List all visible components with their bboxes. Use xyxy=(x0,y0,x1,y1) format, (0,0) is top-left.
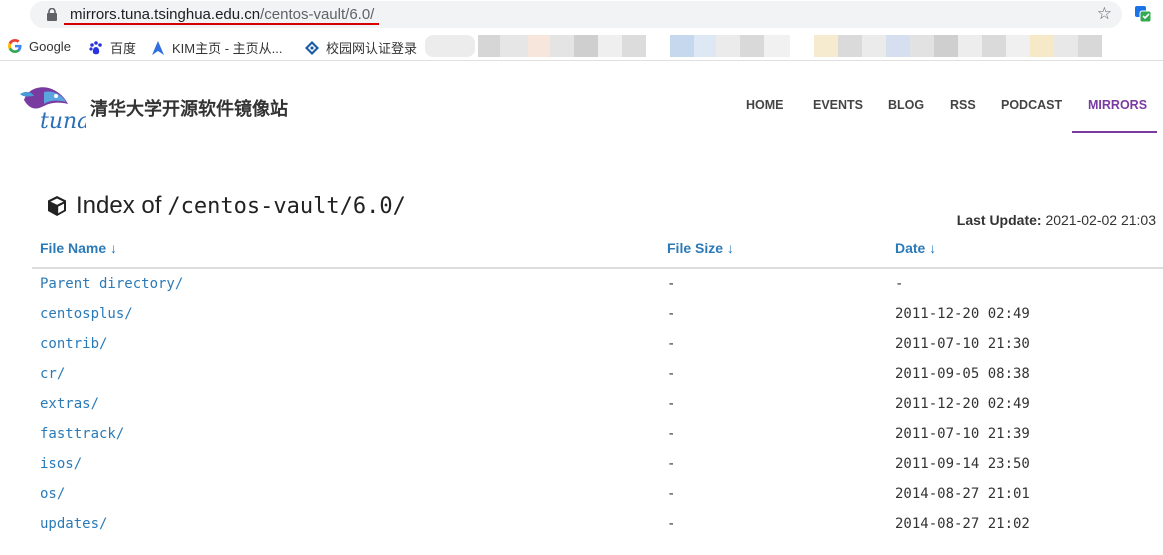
last-update-label: Last Update: xyxy=(956,212,1042,228)
address-bar[interactable]: mirrors.tuna.tsinghua.edu.cn/centos-vaul… xyxy=(30,1,1122,28)
last-update: Last Update: 2021-02-02 21:03 xyxy=(957,212,1156,228)
bookmark-kim[interactable]: KIM主页 - 主页从... xyxy=(150,38,283,57)
bookmarks-bar: Google 百度 KIM主页 - 主页从... 校园网认证登录 xyxy=(0,33,1163,61)
bookmark-label: 校园网认证登录 xyxy=(326,41,418,56)
file-date: 2011-09-05 08:38 xyxy=(895,366,1030,382)
table-row: centosplus/ - 2011-12-20 02:49 xyxy=(0,300,1163,330)
red-annotation-underline xyxy=(64,23,379,25)
file-link[interactable]: os/ xyxy=(40,486,65,502)
title-prefix: Index of xyxy=(76,192,162,219)
url-text[interactable]: mirrors.tuna.tsinghua.edu.cn/centos-vaul… xyxy=(70,6,374,23)
file-date: 2014-08-27 21:01 xyxy=(895,486,1030,502)
url-host: mirrors.tuna.tsinghua.edu.cn xyxy=(70,6,261,23)
file-size: - xyxy=(667,486,676,502)
file-date: 2011-07-10 21:39 xyxy=(895,426,1030,442)
file-link[interactable]: centosplus/ xyxy=(40,306,133,322)
file-size: - xyxy=(667,336,676,352)
file-size: - xyxy=(667,426,676,442)
file-link[interactable]: cr/ xyxy=(40,366,65,382)
file-date: 2014-08-27 21:02 xyxy=(895,516,1030,532)
page-title: Index of /centos-vault/6.0/ xyxy=(46,192,406,220)
logo-wordmark: tuna xyxy=(40,109,86,134)
baidu-paw-icon xyxy=(89,40,102,54)
last-update-value: 2021-02-02 21:03 xyxy=(1045,212,1156,228)
active-nav-indicator xyxy=(1072,131,1157,133)
file-date: 2011-12-20 02:49 xyxy=(895,306,1030,322)
lock-icon xyxy=(47,8,57,21)
bookmark-label: KIM主页 - 主页从... xyxy=(172,41,283,56)
bookmark-baidu[interactable]: 百度 xyxy=(88,38,136,57)
bookmark-campus[interactable]: 校园网认证登录 xyxy=(304,38,417,57)
site-title[interactable]: 清华大学开源软件镜像站 xyxy=(90,95,288,121)
table-row: extras/ - 2011-12-20 02:49 xyxy=(0,390,1163,420)
bookmark-label: Google xyxy=(29,38,71,54)
file-date: 2011-09-14 23:50 xyxy=(895,456,1030,472)
file-link[interactable]: contrib/ xyxy=(40,336,107,352)
tuna-logo[interactable]: tuna xyxy=(16,80,86,134)
table-row: Parent directory/ - - xyxy=(0,270,1163,300)
header-date[interactable]: Date ↓ xyxy=(895,240,936,256)
extension-icon[interactable] xyxy=(1134,5,1152,23)
file-link[interactable]: updates/ xyxy=(40,516,107,532)
header-file-size[interactable]: File Size ↓ xyxy=(667,240,734,256)
file-link[interactable]: fasttrack/ xyxy=(40,426,124,442)
browser-toolbar: mirrors.tuna.tsinghua.edu.cn/centos-vaul… xyxy=(0,0,1163,30)
table-row: updates/ - 2014-08-27 21:02 xyxy=(0,510,1163,540)
bookmark-label: 百度 xyxy=(110,41,137,56)
cube-icon xyxy=(48,196,66,216)
header-file-name[interactable]: File Name ↓ xyxy=(40,240,117,256)
nav-events[interactable]: EVENTS xyxy=(813,98,863,112)
file-size: - xyxy=(667,366,676,382)
title-path: /centos-vault/6.0/ xyxy=(167,193,406,219)
campus-network-icon xyxy=(305,40,319,55)
bookmark-star-icon[interactable]: ☆ xyxy=(1097,4,1112,24)
file-date: 2011-12-20 02:49 xyxy=(895,396,1030,412)
file-date: - xyxy=(895,276,904,292)
file-size: - xyxy=(667,276,676,292)
nav-mirrors[interactable]: MIRRORS xyxy=(1088,98,1147,112)
url-path: /centos-vault/6.0/ xyxy=(260,6,375,23)
header-divider xyxy=(32,267,1163,269)
file-size: - xyxy=(667,516,676,532)
file-link[interactable]: extras/ xyxy=(40,396,99,412)
nav-podcast[interactable]: PODCAST xyxy=(1001,98,1062,112)
file-link[interactable]: isos/ xyxy=(40,456,82,472)
table-row: isos/ - 2011-09-14 23:50 xyxy=(0,450,1163,480)
table-row: os/ - 2014-08-27 21:01 xyxy=(0,480,1163,510)
table-row: cr/ - 2011-09-05 08:38 xyxy=(0,360,1163,390)
kim-arrow-icon xyxy=(152,40,164,55)
nav-home[interactable]: HOME xyxy=(746,98,784,112)
table-row: contrib/ - 2011-07-10 21:30 xyxy=(0,330,1163,360)
file-link[interactable]: Parent directory/ xyxy=(40,276,183,292)
file-size: - xyxy=(667,396,676,412)
file-size: - xyxy=(667,306,676,322)
table-row: fasttrack/ - 2011-07-10 21:39 xyxy=(0,420,1163,450)
google-icon xyxy=(8,39,22,53)
file-date: 2011-07-10 21:30 xyxy=(895,336,1030,352)
nav-rss[interactable]: RSS xyxy=(950,98,976,112)
bookmark-google[interactable]: Google xyxy=(7,38,71,54)
nav-blog[interactable]: BLOG xyxy=(888,98,924,112)
file-size: - xyxy=(667,456,676,472)
